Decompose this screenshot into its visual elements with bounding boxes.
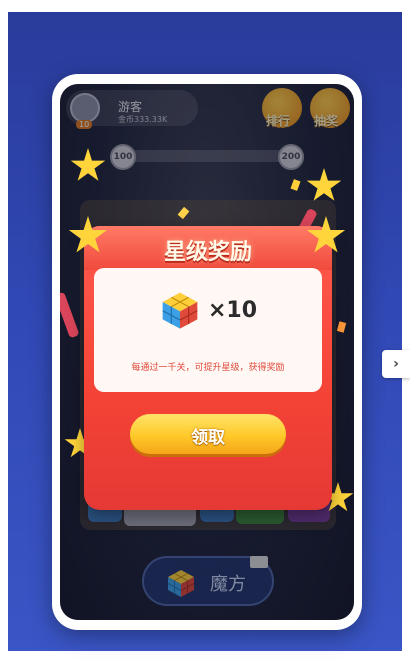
page-bottom-border bbox=[0, 651, 410, 667]
page-right-border bbox=[402, 0, 410, 667]
chevron-right-icon[interactable]: › bbox=[382, 350, 410, 378]
page-left-border bbox=[0, 0, 8, 667]
star-reward-dialog: 星级奖励 ×10 每通过一千关，可提升星级，获得奖励 领取 bbox=[68, 216, 346, 510]
claim-button[interactable]: 领取 bbox=[130, 414, 286, 454]
reward-description: 每通过一千关，可提升星级，获得奖励 bbox=[131, 363, 285, 373]
reward-panel: ×10 每通过一千关，可提升星级，获得奖励 bbox=[94, 268, 322, 392]
reward-count: ×10 bbox=[208, 298, 258, 323]
claim-button-label: 领取 bbox=[191, 428, 225, 448]
dialog-title: 星级奖励 bbox=[163, 240, 252, 265]
page-top-border bbox=[0, 0, 410, 12]
game-screen: 10 游客 金币333.33K 排行 抽奖 100 200 2 32 64 16… bbox=[60, 84, 354, 620]
magic-cube-icon bbox=[162, 292, 198, 329]
